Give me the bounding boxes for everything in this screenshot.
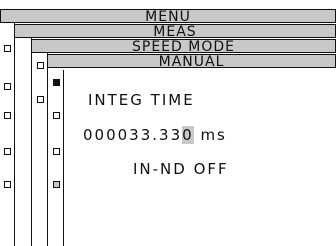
menu-column-3-border bbox=[47, 53, 48, 246]
col1-indicator-3[interactable] bbox=[4, 112, 11, 119]
col1-indicator-1[interactable] bbox=[4, 45, 11, 52]
menu-column-4-border bbox=[63, 70, 64, 246]
menu-header-speed-mode[interactable]: SPEED MODE bbox=[31, 39, 336, 55]
col1-indicator-2[interactable] bbox=[4, 83, 11, 90]
col3-indicator-selected[interactable] bbox=[53, 79, 60, 86]
col2-indicator-2[interactable] bbox=[37, 96, 44, 103]
menu-column-1-border bbox=[14, 23, 15, 246]
menu-header-menu[interactable]: MENU bbox=[0, 9, 336, 25]
col3-indicator-highlighted[interactable] bbox=[53, 181, 60, 188]
col1-indicator-5[interactable] bbox=[4, 181, 11, 188]
integ-time-unit: ms bbox=[193, 126, 227, 144]
integ-time-digits: 000033.33 bbox=[83, 126, 183, 144]
col1-indicator-4[interactable] bbox=[4, 148, 11, 155]
col2-indicator-1[interactable] bbox=[37, 62, 44, 69]
col3-indicator-3[interactable] bbox=[53, 148, 60, 155]
integ-time-label: INTEG TIME bbox=[88, 91, 195, 109]
menu-header-manual[interactable]: MANUAL bbox=[47, 54, 336, 70]
edit-cursor-digit[interactable]: 0 bbox=[182, 126, 194, 144]
nd-filter-status[interactable]: IN-ND OFF bbox=[133, 160, 229, 178]
col3-indicator-2[interactable] bbox=[53, 112, 60, 119]
menu-column-2-border bbox=[31, 38, 32, 246]
menu-header-meas[interactable]: MEAS bbox=[14, 24, 336, 40]
integ-time-value[interactable]: 000033.330 ms bbox=[83, 126, 227, 144]
